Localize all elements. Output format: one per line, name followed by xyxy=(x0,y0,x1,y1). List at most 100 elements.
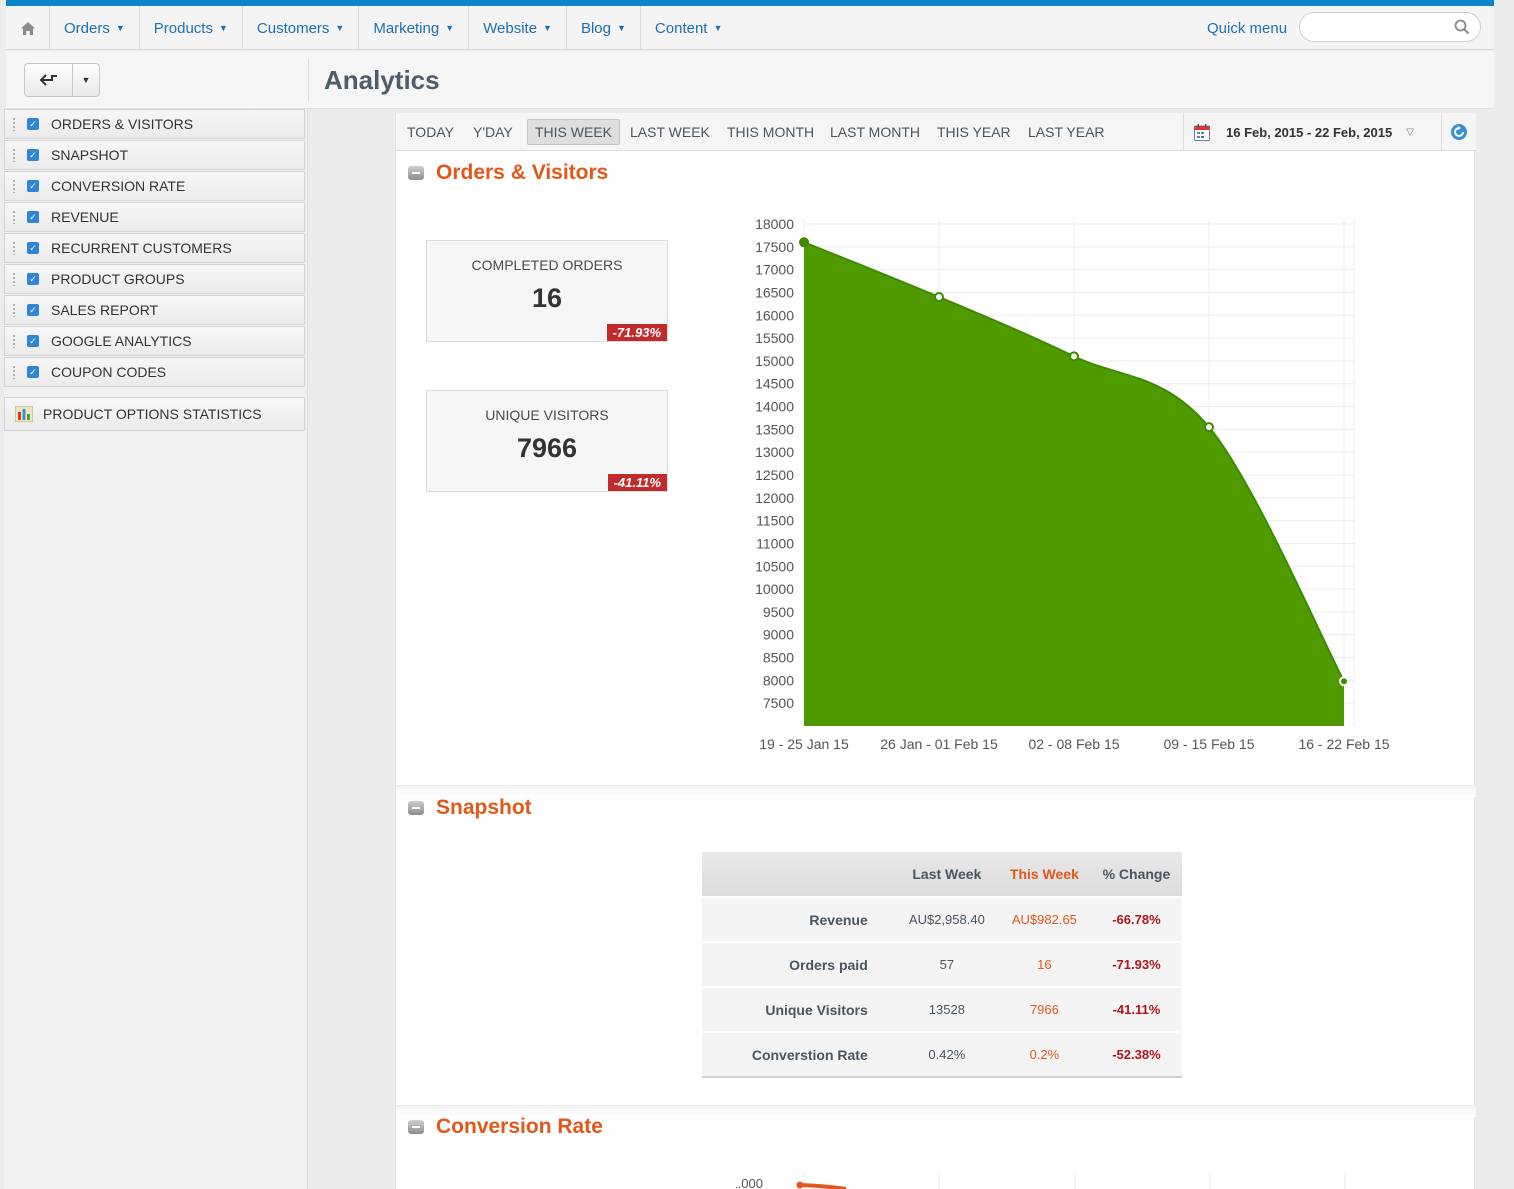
section-header-conversion-rate: Conversion Rate xyxy=(408,1115,603,1139)
period-today[interactable]: TODAY xyxy=(400,119,461,145)
drag-handle-icon[interactable] xyxy=(5,109,23,139)
drag-handle-icon[interactable] xyxy=(5,295,23,325)
section-header-orders-visitors: Orders & Visitors xyxy=(408,161,608,185)
date-range-picker[interactable]: 16 Feb, 2015 - 22 Feb, 2015 ▽ xyxy=(1183,113,1441,151)
collapse-icon[interactable] xyxy=(408,801,424,815)
sidebar-item-google-analytics[interactable]: ✓ GOOGLE ANALYTICS xyxy=(4,326,305,356)
change-cell: -71.93% xyxy=(1090,941,1182,987)
drag-handle-icon[interactable] xyxy=(5,233,23,263)
checkbox-checked-icon[interactable]: ✓ xyxy=(27,180,39,192)
row-label: Revenue xyxy=(702,896,896,942)
collapse-icon[interactable] xyxy=(408,1120,424,1134)
column-header: % Change xyxy=(1090,852,1182,897)
change-badge: -71.93% xyxy=(606,324,667,341)
row-label: Orders paid xyxy=(702,941,896,987)
checkbox-checked-icon[interactable]: ✓ xyxy=(27,118,39,130)
stat-value: 16 xyxy=(531,283,563,313)
nav-blog[interactable]: Blog ▼ xyxy=(567,6,641,50)
drag-handle-icon[interactable] xyxy=(5,171,23,201)
conversion-line xyxy=(799,1183,847,1189)
sidebar-item-snapshot[interactable]: ✓ SNAPSHOT xyxy=(4,140,305,170)
stat-label: UNIQUE VISITORS xyxy=(485,407,609,423)
period-this-week[interactable]: THIS WEEK xyxy=(527,119,621,145)
y-tick-label: 18000 xyxy=(755,216,794,232)
checkbox-checked-icon[interactable]: ✓ xyxy=(27,149,39,161)
nav-website[interactable]: Website ▼ xyxy=(469,6,567,50)
drag-handle-icon[interactable] xyxy=(5,202,23,232)
period-selector: TODAY Y'DAY THIS WEEK LAST WEEK THIS MON… xyxy=(396,113,1476,151)
period-this-month[interactable]: THIS MONTH xyxy=(720,119,821,145)
this-week-cell: 7966 xyxy=(997,986,1091,1032)
checkbox-checked-icon[interactable]: ✓ xyxy=(27,304,39,316)
row-label: Unique Visitors xyxy=(702,986,896,1032)
checkbox-checked-icon[interactable]: ✓ xyxy=(27,366,39,378)
sidebar-item-product-options-statistics[interactable]: PRODUCT OPTIONS STATISTICS xyxy=(4,397,305,431)
sidebar-item-label: COUPON CODES xyxy=(51,364,167,380)
sidebar-item-coupon-codes[interactable]: ✓ COUPON CODES xyxy=(4,357,305,387)
home-icon xyxy=(20,21,35,35)
period-this-year[interactable]: THIS YEAR xyxy=(930,119,1018,145)
nav-marketing[interactable]: Marketing ▼ xyxy=(359,6,470,50)
y-tick-label: 14000 xyxy=(755,399,794,415)
data-point xyxy=(1204,422,1214,433)
chevron-down-icon: ▼ xyxy=(445,23,455,33)
period-last-week[interactable]: LAST WEEK xyxy=(623,119,717,145)
period-last-month[interactable]: LAST MONTH xyxy=(823,119,927,145)
caret-down-icon: ▼ xyxy=(81,75,91,85)
y-tick-label: 8000 xyxy=(763,672,794,688)
drag-handle-icon[interactable] xyxy=(5,357,23,387)
y-tick-label: 17500 xyxy=(755,239,794,255)
period-last-year[interactable]: LAST YEAR xyxy=(1021,119,1112,145)
collapse-icon[interactable] xyxy=(408,166,424,180)
search-icon[interactable] xyxy=(1454,19,1470,35)
y-tick-label: 9500 xyxy=(763,604,794,620)
back-dropdown-toggle[interactable]: ▼ xyxy=(73,64,99,96)
header-divider xyxy=(308,59,309,101)
date-range-label: 16 Feb, 2015 - 22 Feb, 2015 xyxy=(1226,124,1393,140)
checkbox-checked-icon[interactable]: ✓ xyxy=(27,273,39,285)
x-tick-label: 02 - 08 Feb 15 xyxy=(1028,736,1119,752)
search-field xyxy=(1299,12,1481,42)
table-header-row: Last Week This Week % Change xyxy=(702,852,1182,897)
search-input[interactable] xyxy=(1312,13,1452,41)
back-button[interactable] xyxy=(25,64,73,96)
page-title: Analytics xyxy=(324,65,440,95)
sidebar-item-orders-visitors[interactable]: ✓ ORDERS & VISITORS xyxy=(4,109,305,139)
drag-handle-icon[interactable] xyxy=(5,326,23,356)
nav-products[interactable]: Products ▼ xyxy=(140,6,243,50)
drag-handle-icon[interactable] xyxy=(5,140,23,170)
section-title: Conversion Rate xyxy=(436,1115,603,1138)
nav-orders[interactable]: Orders ▼ xyxy=(50,6,140,50)
table-row: Orders paid 57 16 -71.93% xyxy=(702,941,1182,987)
sidebar-item-revenue[interactable]: ✓ REVENUE xyxy=(4,202,305,232)
y-tick-label: 14500 xyxy=(755,376,794,392)
drag-handle-icon[interactable] xyxy=(5,264,23,294)
back-arrow-icon xyxy=(39,74,57,86)
sidebar-item-label: SNAPSHOT xyxy=(51,147,129,163)
nav-customers[interactable]: Customers ▼ xyxy=(243,6,360,50)
quick-menu-link[interactable]: Quick menu xyxy=(1207,6,1287,50)
y-tick-label: 16500 xyxy=(755,284,794,300)
stat-label: COMPLETED ORDERS xyxy=(471,257,623,273)
nav-content[interactable]: Content ▼ xyxy=(641,6,736,50)
home-button[interactable] xyxy=(6,6,50,50)
y-tick-label: 11000 xyxy=(756,535,794,551)
y-tick-label: 13500 xyxy=(755,421,794,437)
table-row: Unique Visitors 13528 7966 -41.11% xyxy=(702,986,1182,1032)
checkbox-checked-icon[interactable]: ✓ xyxy=(27,211,39,223)
checkbox-checked-icon[interactable]: ✓ xyxy=(27,242,39,254)
refresh-icon xyxy=(1451,124,1467,140)
refresh-button[interactable] xyxy=(1441,113,1476,151)
sidebar-item-sales-report[interactable]: ✓ SALES REPORT xyxy=(4,295,305,325)
sidebar-item-product-groups[interactable]: ✓ PRODUCT GROUPS xyxy=(4,264,305,294)
chevron-down-icon: ▼ xyxy=(115,23,125,33)
period-yesterday[interactable]: Y'DAY xyxy=(466,119,520,145)
x-tick-label: 16 - 22 Feb 15 xyxy=(1298,736,1389,752)
y-tick-label: 11500 xyxy=(756,513,794,529)
change-badge: -41.11% xyxy=(607,474,667,491)
chevron-down-icon: ▼ xyxy=(713,23,723,33)
checkbox-checked-icon[interactable]: ✓ xyxy=(27,335,39,347)
conversion-rate-chart: 1.000 xyxy=(736,1173,1346,1189)
sidebar-item-conversion-rate[interactable]: ✓ CONVERSION RATE xyxy=(4,171,305,201)
sidebar-item-recurrent-customers[interactable]: ✓ RECURRENT CUSTOMERS xyxy=(4,233,305,263)
